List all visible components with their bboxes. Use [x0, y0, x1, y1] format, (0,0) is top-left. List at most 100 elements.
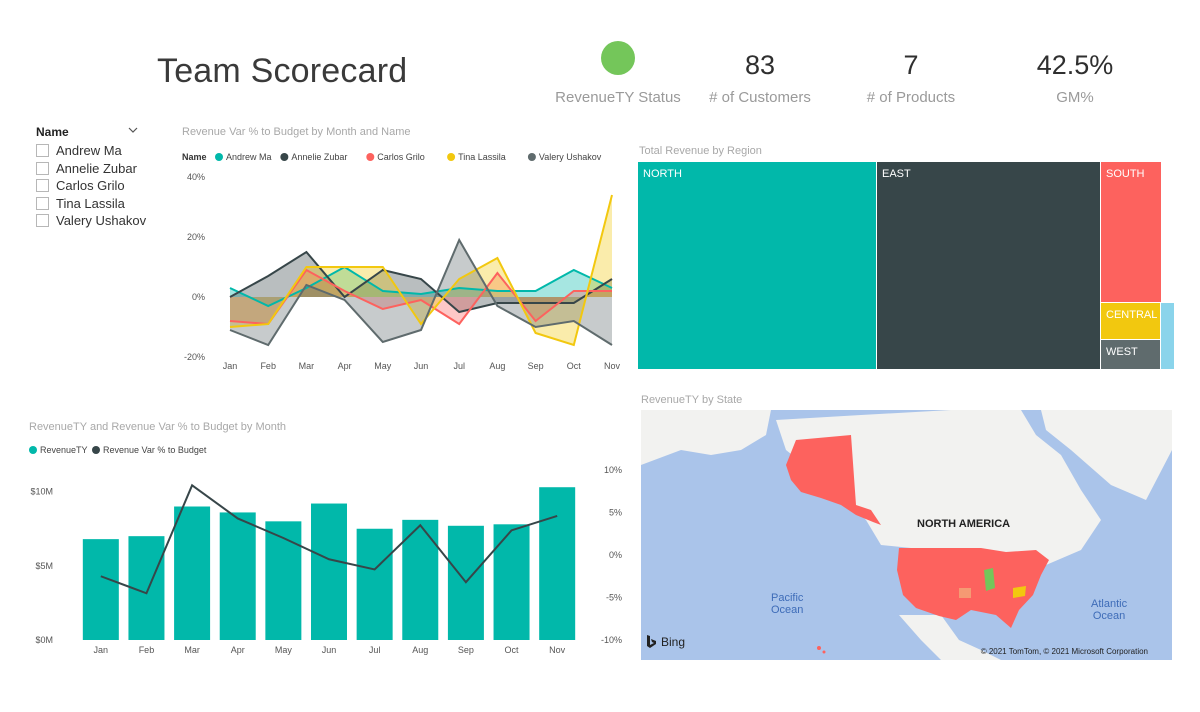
legend-marker-valery-ushakov: [527, 153, 536, 161]
checkbox[interactable]: [36, 214, 49, 227]
x-tick-label-aug: Aug: [489, 361, 505, 371]
kpi-customers-label: # of Customers: [709, 89, 811, 106]
status-indicator: [601, 41, 635, 75]
y-tick-label: 20%: [187, 232, 205, 242]
map-canvas: [641, 410, 1172, 660]
bing-logo: Bing: [646, 635, 685, 649]
chevron-down-icon[interactable]: [127, 124, 139, 136]
treemap-label: EAST: [882, 168, 911, 180]
x-tick-label-sep: Sep: [528, 361, 544, 371]
kpi-products-value: 7: [903, 50, 919, 80]
map-title: RevenueTY by State: [641, 394, 743, 406]
checkbox[interactable]: [36, 197, 49, 210]
slicer-item-tina-lassila[interactable]: Tina Lassila: [36, 196, 125, 211]
map-label-pacific: Pacific Ocean: [771, 592, 804, 616]
map-revenuety-by-state[interactable]: NORTH AMERICA Pacific Ocean Atlantic Oce…: [641, 410, 1172, 660]
x-tick-label-jan: Jan: [223, 361, 238, 371]
x-tick-label-apr: Apr: [338, 361, 352, 371]
kpi-gm-value: 42.5%: [1036, 50, 1114, 80]
map-label-atlantic: Atlantic Ocean: [1091, 598, 1128, 622]
treemap-label: SOUTH: [1106, 168, 1145, 180]
y-tick-label: $10M: [30, 487, 53, 497]
kpi-customers-value: 83: [744, 50, 776, 80]
bar-nov: [539, 487, 576, 640]
chart-title-revenue-var-by-name: Revenue Var % to Budget by Month and Nam…: [182, 126, 411, 138]
x-tick-label-jun: Jun: [322, 645, 337, 655]
slicer-item-annelie-zubar[interactable]: Annelie Zubar: [36, 161, 137, 176]
x-tick-label-apr: Apr: [231, 645, 245, 655]
treemap-tile-east[interactable]: EAST: [877, 162, 1100, 369]
legend-title: Name: [182, 152, 207, 162]
slicer-item-valery-ushakov[interactable]: Valery Ushakov: [36, 213, 146, 228]
y2-tick-label: 10%: [604, 465, 622, 475]
page-title: Team Scorecard: [157, 52, 408, 90]
bar-mar: [174, 506, 211, 640]
bar-jul: [356, 528, 393, 640]
x-tick-label-nov: Nov: [604, 361, 620, 371]
treemap-tile-north[interactable]: NORTH: [638, 162, 876, 369]
x-tick-label-jun: Jun: [414, 361, 429, 371]
legend-item-tina-lassila: Tina Lassila: [458, 152, 506, 162]
bar-oct: [493, 524, 530, 640]
legend-item-annelie-zubar: Annelie Zubar: [291, 152, 347, 162]
treemap-tile-central[interactable]: CENTRAL: [1101, 303, 1160, 339]
bar-apr: [219, 512, 256, 640]
checkbox[interactable]: [36, 179, 49, 192]
treemap-tile-west[interactable]: WEST: [1101, 340, 1160, 369]
y-tick-label: 0%: [192, 292, 205, 302]
kpi-gm-label: GM%: [1056, 89, 1094, 106]
legend-marker-carlos-grilo: [366, 153, 375, 161]
y2-tick-label: 5%: [609, 508, 622, 518]
treemap-label: CENTRAL: [1106, 309, 1158, 321]
map-label-continent: NORTH AMERICA: [917, 518, 1011, 530]
y2-tick-label: -5%: [606, 593, 622, 603]
treemap-label: NORTH: [643, 168, 682, 180]
x-tick-label-sep: Sep: [458, 645, 474, 655]
x-tick-label-oct: Oct: [505, 645, 520, 655]
x-tick-label-may: May: [275, 645, 293, 655]
legend-item-valery-ushakov: Valery Ushakov: [539, 152, 602, 162]
x-tick-label-oct: Oct: [567, 361, 582, 371]
legend-item-revenue-var: Revenue Var % to Budget: [103, 445, 207, 455]
status-label: RevenueTY Status: [555, 89, 681, 106]
legend-marker-andrew-ma: [215, 153, 223, 161]
x-tick-label-feb: Feb: [139, 645, 155, 655]
slicer-item-andrew-ma[interactable]: Andrew Ma: [36, 143, 122, 158]
area-chart-revenue-var[interactable]: Name Andrew Ma Annelie Zubar Carlos Grilo Ti…: [180, 145, 620, 377]
treemap-tile-south[interactable]: SOUTH: [1101, 162, 1161, 302]
y-tick-label: -20%: [184, 352, 205, 362]
bar-may: [265, 521, 302, 640]
slicer-item-carlos-grilo[interactable]: Carlos Grilo: [36, 178, 125, 193]
y-tick-label: $5M: [35, 561, 53, 571]
y2-tick-label: 0%: [609, 550, 622, 560]
checkbox[interactable]: [36, 144, 49, 157]
bing-icon: [647, 635, 656, 648]
treemap-tile-other[interactable]: [1161, 303, 1174, 369]
checkbox[interactable]: [36, 162, 49, 175]
kpi-products-label: # of Products: [866, 89, 956, 106]
y-tick-label: 40%: [187, 172, 205, 182]
x-tick-label-jul: Jul: [369, 645, 381, 655]
legend-marker-tina-lassila: [447, 153, 456, 161]
bar-jun: [311, 503, 347, 640]
map-copyright: © 2021 TomTom, © 2021 Microsoft Corporat…: [980, 647, 1148, 656]
x-tick-label-jan: Jan: [94, 645, 109, 655]
chart-title-total-revenue-by-region: Total Revenue by Region: [639, 145, 762, 157]
x-tick-label-nov: Nov: [549, 645, 566, 655]
y-tick-label: $0M: [35, 635, 53, 645]
combo-chart-revenuety[interactable]: RevenueTY Revenue Var % to Budget $10M $5M $…: [20, 440, 630, 662]
legend-marker-revenue-var: [92, 446, 100, 454]
legend-item-carlos-grilo: Carlos Grilo: [377, 152, 425, 162]
x-tick-label-mar: Mar: [299, 361, 315, 371]
slicer-title: Name: [36, 125, 69, 139]
x-tick-label-mar: Mar: [184, 645, 200, 655]
chart-title-revenuety-by-month: RevenueTY and Revenue Var % to Budget by…: [29, 421, 287, 433]
x-tick-label-feb: Feb: [260, 361, 276, 371]
legend-item-revenuety: RevenueTY: [40, 445, 88, 455]
treemap-label: WEST: [1106, 346, 1138, 358]
treemap-total-revenue[interactable]: NORTH EAST SOUTH CENTRAL WEST: [638, 162, 1174, 369]
x-tick-label-jul: Jul: [453, 361, 465, 371]
y2-tick-label: -10%: [601, 635, 622, 645]
legend-marker-annelie-zubar: [280, 153, 289, 161]
x-tick-label-aug: Aug: [412, 645, 428, 655]
